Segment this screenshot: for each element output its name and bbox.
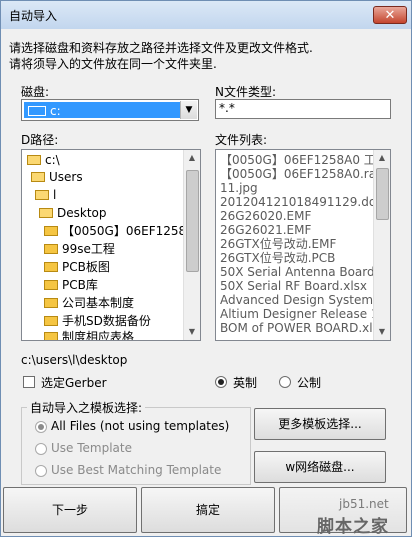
scroll-thumb[interactable] <box>186 170 199 272</box>
directory-scrollbar[interactable]: ▲ ▼ <box>183 150 200 340</box>
filetype-input[interactable]: *.* <box>215 99 391 119</box>
file-scrollbar[interactable]: ▲ ▼ <box>373 150 390 340</box>
files-label: 文件列表: <box>215 133 268 147</box>
chevron-down-icon[interactable]: ▼ <box>180 101 197 119</box>
dir-item[interactable]: Users <box>31 169 83 186</box>
file-list[interactable]: 【0050G】06EF1258A0 工程 【0050G】06EF1258A0.r… <box>215 149 391 341</box>
metric-radio[interactable] <box>279 376 291 388</box>
close-button[interactable]: ✕ <box>373 6 407 24</box>
directory-list[interactable]: c:\ Users l Desktop 【0050G】06EF1258 99se… <box>21 149 201 341</box>
folder-icon <box>44 316 58 326</box>
dir-item[interactable]: 手机SD数据备份 <box>44 313 151 330</box>
all-files-radio[interactable] <box>35 421 47 433</box>
folder-icon <box>44 298 58 308</box>
scroll-down-icon[interactable]: ▼ <box>374 324 390 340</box>
scroll-up-icon[interactable]: ▲ <box>374 150 390 166</box>
current-path: c:\users\l\desktop <box>21 353 128 367</box>
folder-open-icon <box>31 172 45 182</box>
title-bar[interactable]: 自动导入 ✕ <box>1 1 411 29</box>
folder-icon <box>44 280 58 290</box>
best-match-label[interactable]: Use Best Matching Template <box>51 463 221 477</box>
folder-icon <box>44 244 58 254</box>
all-files-label[interactable]: All Files (not using templates) <box>51 419 229 433</box>
next-button[interactable]: 下一步 <box>3 487 137 533</box>
dir-item[interactable]: 99se工程 <box>44 241 115 258</box>
folder-open-icon <box>35 190 49 200</box>
imperial-radio[interactable] <box>215 376 227 388</box>
scroll-thumb[interactable] <box>376 168 389 220</box>
gerber-checkbox[interactable] <box>23 376 35 388</box>
dir-item[interactable]: 公司基本制度 <box>44 295 134 312</box>
drive-label: 磁盘: <box>21 85 50 99</box>
use-template-label[interactable]: Use Template <box>51 441 132 455</box>
watermark-brand: 脚本之家 <box>317 517 389 537</box>
best-match-radio[interactable] <box>35 465 47 477</box>
more-templates-button[interactable]: 更多模板选择... <box>254 408 386 440</box>
filetype-label: N文件类型: <box>215 85 277 99</box>
dir-item[interactable]: PCB板图 <box>44 259 110 276</box>
dir-item[interactable]: c:\ <box>27 152 60 169</box>
folder-open-icon <box>27 155 41 165</box>
scroll-up-icon[interactable]: ▲ <box>184 150 200 166</box>
metric-label[interactable]: 公制 <box>297 374 321 391</box>
hard-drive-icon <box>28 106 46 116</box>
folder-open-icon <box>39 208 53 218</box>
watermark-site: jb51.net <box>339 497 389 511</box>
filetype-value: *.* <box>219 101 235 115</box>
imperial-label[interactable]: 英制 <box>233 374 257 391</box>
scroll-down-icon[interactable]: ▼ <box>184 324 200 340</box>
use-template-radio[interactable] <box>35 443 47 455</box>
dir-item[interactable]: PCB库 <box>44 277 98 294</box>
instruction-line-1: 请选择磁盘和资料存放之路径并选择文件及更改文件格式. <box>9 41 313 55</box>
dir-item[interactable]: 【0050G】06EF1258 <box>44 223 186 240</box>
folder-icon <box>44 332 58 340</box>
drive-selected: c: <box>24 102 180 118</box>
dir-item[interactable]: Desktop <box>39 205 107 222</box>
import-dialog: 自动导入 ✕ 请选择磁盘和资料存放之路径并选择文件及更改文件格式. 请将须导入的… <box>0 0 412 537</box>
window-title: 自动导入 <box>9 9 58 23</box>
instruction-line-2: 请将须导入的文件放在同一个文件夹里. <box>9 57 217 71</box>
dir-item[interactable]: 制度相应表格 <box>44 329 134 340</box>
drive-value: c: <box>50 104 61 118</box>
folder-icon <box>44 226 58 236</box>
dir-item[interactable]: l <box>35 187 56 204</box>
network-drive-button[interactable]: w网络磁盘... <box>254 451 386 483</box>
file-item[interactable]: BOM of POWER BOARD.xls <box>220 320 379 336</box>
folder-icon <box>44 262 58 272</box>
ok-button[interactable]: 搞定 <box>141 487 275 533</box>
gerber-label[interactable]: 选定Gerber <box>41 374 107 391</box>
drive-select[interactable]: c: ▼ <box>21 99 199 121</box>
template-group-legend: 自动导入之模板选择: <box>27 399 146 416</box>
dirs-label: D路径: <box>21 133 59 147</box>
